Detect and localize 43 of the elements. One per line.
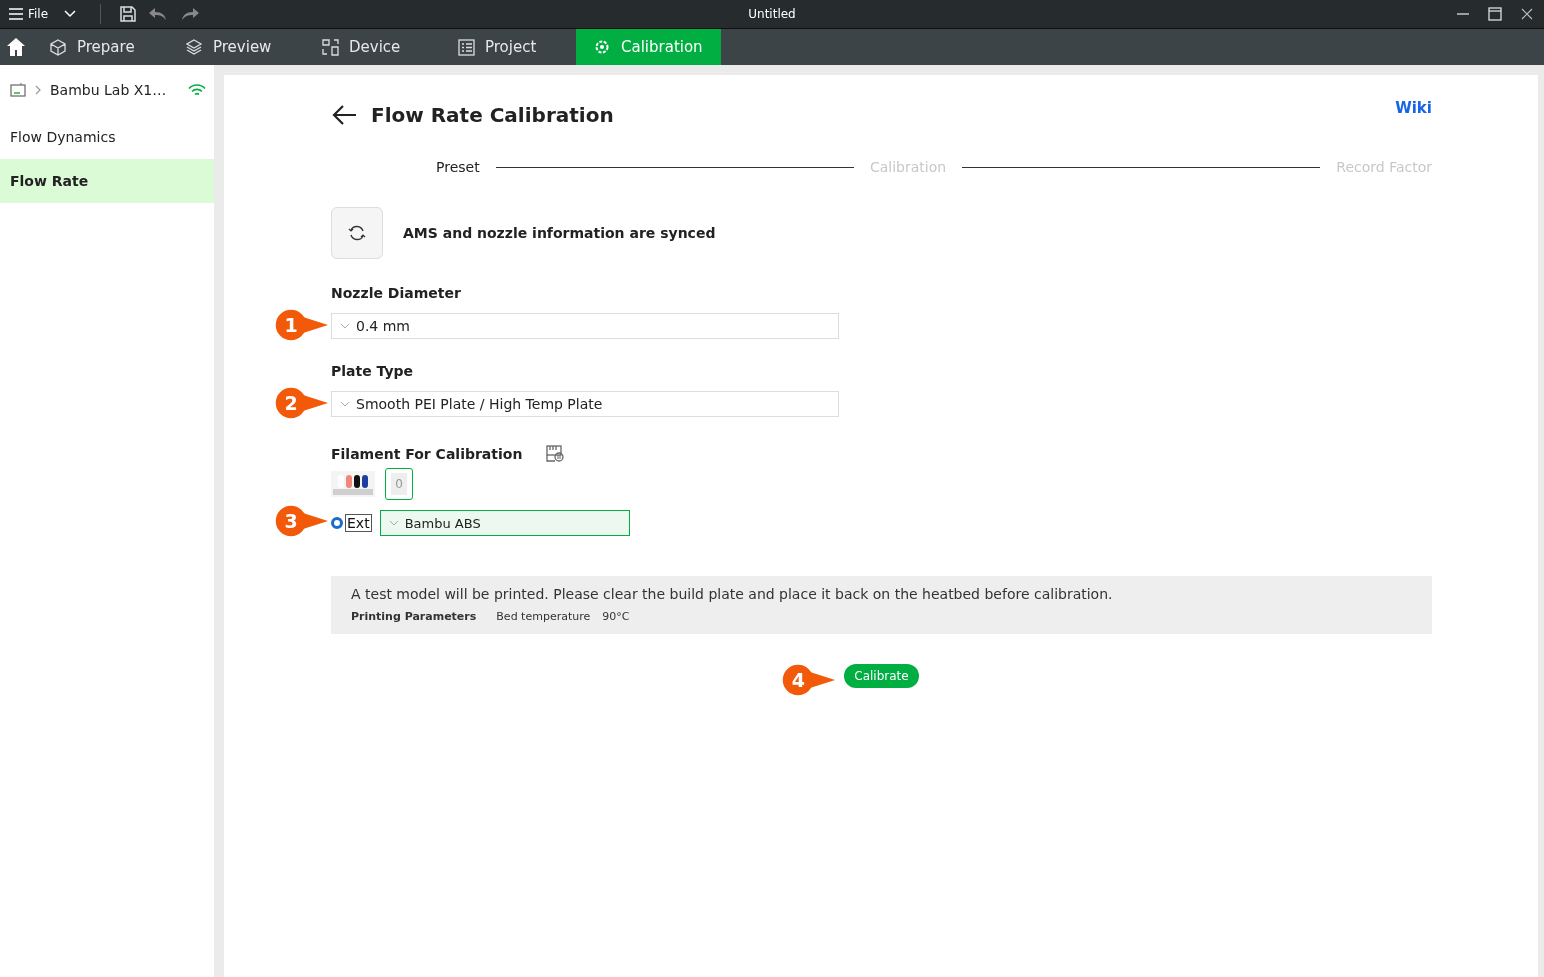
page-title: Flow Rate Calibration: [371, 103, 614, 127]
cube-icon: [50, 38, 67, 56]
wiki-link[interactable]: Wiki: [1395, 99, 1432, 117]
wifi-icon: [188, 83, 207, 97]
field-label: Nozzle Diameter: [331, 285, 462, 301]
sidebar-item[interactable]: Flow Dynamics: [0, 115, 214, 159]
chevron-down-icon: [340, 323, 350, 329]
list-icon: [458, 38, 475, 56]
dropdown[interactable]: 0.4 mm: [331, 313, 839, 339]
nav-tab[interactable]: Preview: [168, 29, 304, 65]
sync-message: AMS and nozzle information are synced: [403, 225, 716, 241]
printer-icon: [10, 83, 26, 97]
ams-unit[interactable]: [331, 471, 375, 497]
params-label: Printing Parameters: [351, 610, 477, 623]
field-label: Filament For Calibration: [331, 445, 523, 462]
close-icon[interactable]: [1520, 7, 1534, 21]
back-arrow-icon[interactable]: [331, 104, 357, 126]
menu-icon: [8, 7, 24, 21]
chevron-down-icon: [340, 401, 350, 407]
nav-tab[interactable]: Project: [440, 29, 576, 65]
gear-icon: [594, 38, 611, 56]
sidebar-item[interactable]: Flow Rate: [0, 159, 214, 203]
param-name: Bed temperature: [496, 610, 591, 623]
printer-name[interactable]: Bambu Lab X1…: [50, 82, 167, 98]
dropdown[interactable]: Smooth PEI Plate / High Temp Plate: [331, 391, 839, 417]
save-icon[interactable]: [119, 5, 138, 23]
refresh-icon: [348, 225, 366, 241]
nav-tab[interactable]: Device: [304, 29, 440, 65]
notice-text: A test model will be printed. Please clear the build plate and place it back on the heatbed before calibration.: [351, 586, 1114, 602]
layers-icon: [186, 38, 203, 56]
param-value: 90°C: [602, 610, 630, 623]
device-icon: [322, 38, 339, 56]
filament-dropdown[interactable]: Bambu ABS: [379, 510, 630, 536]
chevron-down-icon: [388, 520, 399, 526]
chevron-right-icon: [34, 84, 42, 96]
nav-tab[interactable]: Prepare: [32, 29, 168, 65]
home-icon[interactable]: [6, 37, 26, 57]
filament-swap-icon[interactable]: [546, 445, 565, 462]
step-label: Preset: [436, 159, 480, 175]
window-title: Untitled: [748, 7, 796, 21]
file-menu-button[interactable]: File: [8, 7, 49, 21]
field-label: Plate Type: [331, 363, 415, 379]
maximize-icon[interactable]: [1488, 7, 1502, 21]
